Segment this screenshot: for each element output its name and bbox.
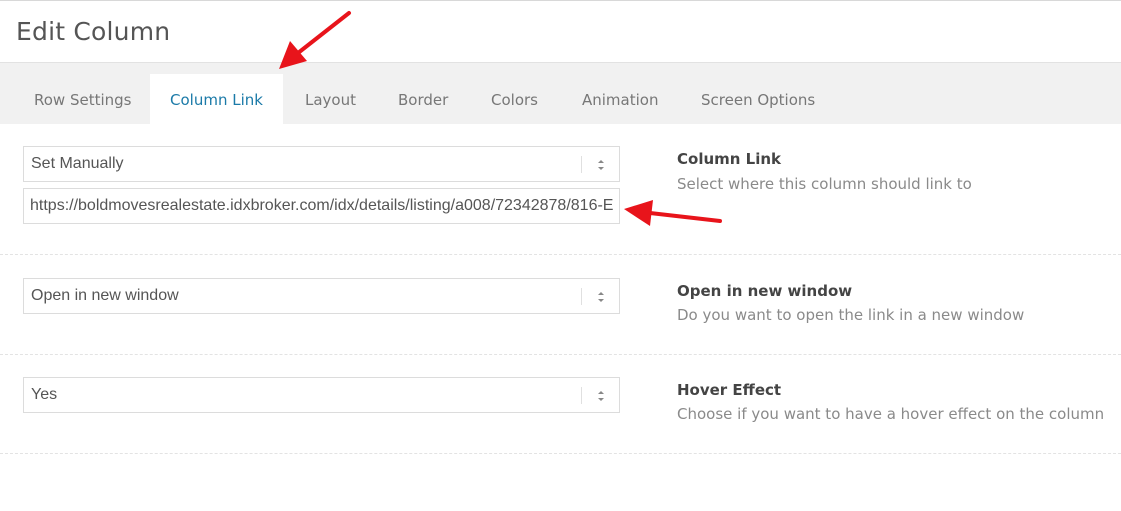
tab-screen-options[interactable]: Screen Options — [701, 74, 815, 124]
column-link-description: Select where this column should link to — [677, 175, 972, 193]
hover-effect-select[interactable]: Yes — [23, 377, 620, 413]
tab-border[interactable]: Border — [398, 74, 448, 124]
tab-layout[interactable]: Layout — [305, 74, 356, 124]
open-new-window-description: Do you want to open the link in a new wi… — [677, 306, 1025, 324]
open-new-window-section: Open in new window Open in new window Do… — [0, 255, 1121, 355]
tab-column-link[interactable]: Column Link — [150, 74, 283, 124]
select-divider — [581, 156, 582, 173]
page-title: Edit Column — [16, 17, 171, 46]
open-new-window-value: Open in new window — [31, 287, 179, 304]
tab-row-settings[interactable]: Row Settings — [34, 74, 132, 124]
select-divider — [581, 288, 582, 305]
select-arrows-icon — [598, 160, 604, 170]
select-divider — [581, 387, 582, 404]
tab-colors[interactable]: Colors — [491, 74, 538, 124]
link-type-select[interactable]: Set Manually — [23, 146, 620, 182]
select-arrows-icon — [598, 391, 604, 401]
tab-animation[interactable]: Animation — [582, 74, 658, 124]
link-url-input[interactable] — [23, 188, 620, 224]
edit-column-dialog: Edit Column Row Settings Column Link Lay… — [0, 0, 1121, 511]
select-arrows-icon — [598, 292, 604, 302]
tab-bar: Row Settings Column Link Layout Border C… — [0, 63, 1121, 124]
column-link-title: Column Link — [677, 150, 782, 168]
open-new-window-select[interactable]: Open in new window — [23, 278, 620, 314]
hover-effect-title: Hover Effect — [677, 381, 782, 399]
hover-effect-value: Yes — [31, 386, 58, 403]
link-type-value: Set Manually — [31, 155, 124, 172]
hover-effect-section: Yes Hover Effect Choose if you want to h… — [0, 355, 1121, 454]
dialog-header: Edit Column — [0, 1, 1121, 63]
column-link-section: Set Manually Column Link Select where th… — [0, 124, 1121, 255]
open-new-window-title: Open in new window — [677, 282, 853, 300]
hover-effect-description: Choose if you want to have a hover effec… — [677, 405, 1105, 423]
